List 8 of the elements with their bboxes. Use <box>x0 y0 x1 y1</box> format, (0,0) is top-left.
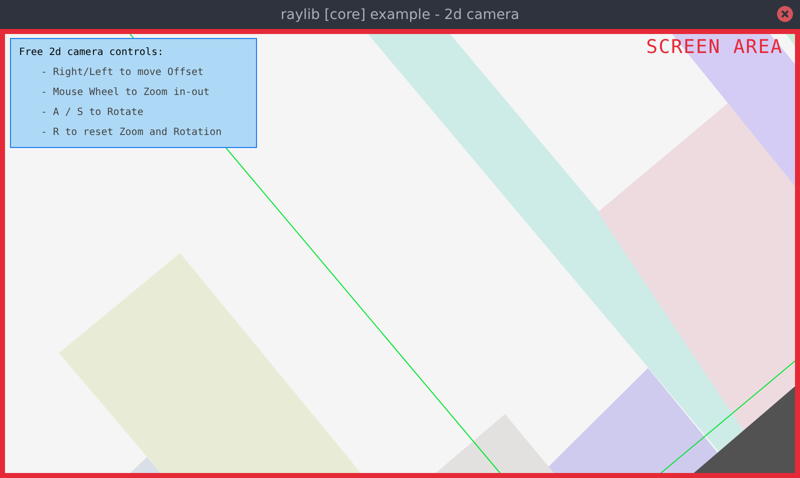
control-hint: - Right/Left to move Offset <box>40 67 205 80</box>
control-hint: - Mouse Wheel to Zoom in-out <box>40 87 211 100</box>
info-title: Free 2d camera controls: <box>19 47 164 60</box>
window-title: raylib [core] example - 2d camera <box>280 6 520 22</box>
control-hint: - R to reset Zoom and Rotation <box>40 127 223 140</box>
screen-area-label: SCREEN AREA <box>646 36 783 58</box>
close-icon[interactable] <box>777 6 793 22</box>
control-hint: - A / S to Rotate <box>40 107 144 120</box>
